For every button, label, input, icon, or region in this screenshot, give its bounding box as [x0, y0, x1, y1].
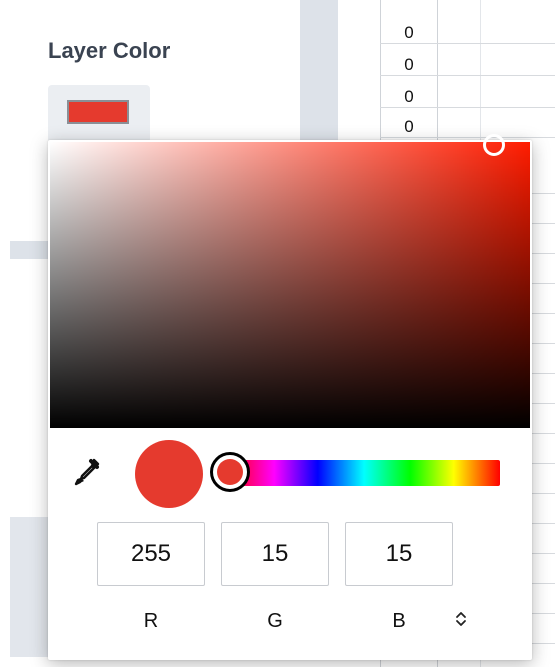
saturation-handle[interactable] [483, 134, 505, 156]
red-value-input[interactable]: 255 [97, 522, 205, 586]
table-cell[interactable]: 0 [380, 117, 438, 137]
color-preview-swatch [135, 440, 203, 508]
saturation-brightness-area[interactable] [50, 134, 530, 428]
table-row[interactable]: 0 [380, 20, 555, 44]
blue-label: B [392, 610, 406, 632]
table-row[interactable]: 0 [380, 84, 555, 108]
red-label: R [143, 610, 159, 632]
color-picker-popover: 255 15 15 R G B [48, 134, 532, 660]
table-cell[interactable]: 0 [380, 87, 438, 107]
panel-divider [300, 0, 338, 150]
table-row[interactable]: 0 [380, 52, 555, 76]
hue-slider-thumb[interactable] [210, 452, 250, 492]
panel-divider [10, 517, 50, 657]
table-cell[interactable]: 0 [380, 23, 438, 43]
layer-color-heading: Layer Color [48, 38, 171, 63]
eyedropper-icon[interactable] [74, 458, 100, 488]
table-cell[interactable]: 0 [380, 55, 438, 75]
blue-value-input[interactable]: 15 [345, 522, 453, 586]
current-color-chip [67, 100, 129, 124]
green-value-input[interactable]: 15 [221, 522, 329, 586]
green-label: G [267, 610, 283, 632]
up-down-chevron-icon[interactable] [451, 610, 471, 636]
layer-color-swatch-button[interactable] [48, 85, 150, 143]
table-row[interactable]: 0 [380, 114, 555, 138]
layer-color-editor: Layer Color 0 0 0 0 255 15 15 R G B [0, 0, 555, 667]
hue-slider-track[interactable] [228, 460, 500, 486]
panel-divider [10, 241, 50, 259]
